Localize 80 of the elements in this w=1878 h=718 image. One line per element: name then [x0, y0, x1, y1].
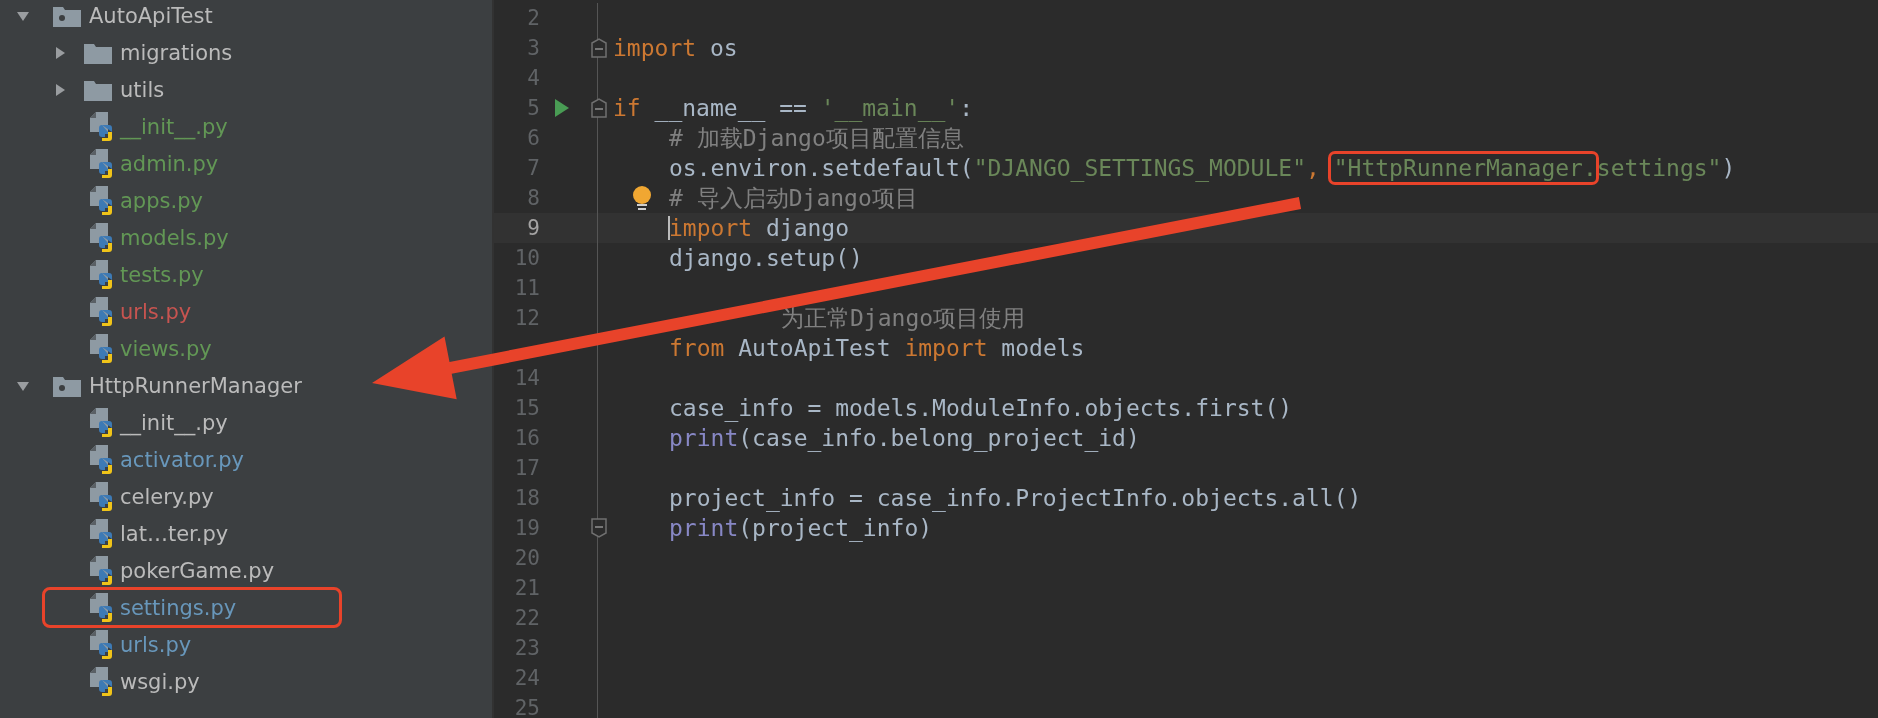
code-token: print	[669, 425, 739, 451]
line-number: 11	[514, 276, 540, 300]
line-number: 16	[514, 426, 540, 450]
file-name[interactable]: lat…ter.py	[120, 521, 229, 546]
code-token: if	[613, 95, 641, 121]
code-token: models	[1000, 335, 1085, 361]
line-number: 2	[527, 6, 540, 30]
code-token: '__main__'	[820, 95, 960, 121]
fold-marker-icon[interactable]	[590, 98, 607, 118]
fold-marker-icon[interactable]	[590, 38, 607, 58]
file-name[interactable]: views.py	[120, 336, 212, 361]
text-caret	[668, 216, 670, 240]
code-token: "DJANGO_SETTINGS_MODULE"	[973, 155, 1306, 181]
line-number: 8	[527, 186, 540, 210]
line-number: 15	[514, 396, 540, 420]
code-token: # 加载Django项目配置信息	[669, 123, 964, 153]
code-token: __name__ ==	[653, 95, 808, 121]
code-token: os.environ.setdefault(	[669, 155, 974, 181]
folder-name[interactable]: AutoApiTest	[89, 3, 213, 28]
line-number: 14	[514, 366, 540, 390]
line-number: 9	[527, 216, 540, 240]
code-token: from	[669, 335, 725, 361]
code-token: )	[1721, 155, 1736, 181]
fold-marker-icon[interactable]	[590, 518, 607, 538]
code-token: django.setup()	[669, 245, 863, 271]
file-name[interactable]: wsgi.py	[120, 669, 200, 694]
line-number: 19	[514, 516, 540, 540]
code-token: import	[613, 35, 697, 61]
folder-name[interactable]: migrations	[120, 40, 233, 65]
folder-icon	[53, 4, 81, 27]
code-token: (case_info.belong_project_id)	[738, 425, 1140, 451]
code-token: import	[669, 215, 753, 241]
code-token: project_info = case_info.ProjectInfo.objects.all()	[669, 485, 1362, 511]
file-name[interactable]: pokerGame.py	[120, 558, 275, 583]
line-number: 10	[514, 246, 540, 270]
file-name[interactable]: celery.py	[120, 484, 214, 509]
line-number: 21	[514, 576, 540, 600]
folder-name[interactable]: HttpRunnerManager	[89, 373, 302, 398]
line-number: 5	[527, 96, 540, 120]
line-number: 24	[514, 666, 540, 690]
code-token: ,	[1306, 155, 1321, 181]
line-number: 7	[527, 156, 540, 180]
line-number: 4	[527, 66, 540, 90]
folder-icon	[84, 78, 112, 101]
code-token: print	[669, 515, 739, 541]
code-token: AutoApiTest	[737, 335, 892, 361]
folder-icon	[84, 41, 112, 64]
code-token: # 导入启动Django项目	[669, 183, 918, 213]
run-icon[interactable]	[555, 99, 569, 117]
line-number: 3	[527, 36, 540, 60]
file-name[interactable]: apps.py	[120, 188, 203, 213]
line-number: 23	[514, 636, 540, 660]
code-token: :	[959, 95, 974, 121]
code-token: django	[764, 215, 850, 241]
line-number: 6	[527, 126, 540, 150]
file-name[interactable]: models.py	[120, 225, 229, 250]
file-name[interactable]: activator.py	[120, 447, 244, 472]
code-token: "HttpRunnerManager.	[1333, 155, 1597, 181]
file-name[interactable]: urls.py	[120, 632, 192, 657]
file-name[interactable]: urls.py	[120, 299, 192, 324]
lightbulb-icon[interactable]	[631, 185, 653, 211]
line-number: 12	[514, 306, 540, 330]
folder-icon	[53, 374, 81, 397]
line-number: 25	[514, 696, 540, 718]
file-name[interactable]: admin.py	[120, 151, 219, 176]
line-number: 22	[514, 606, 540, 630]
code-token: import	[904, 335, 988, 361]
folder-name[interactable]: utils	[120, 77, 165, 102]
code-token: (project_info)	[738, 515, 933, 541]
file-name[interactable]: tests.py	[120, 262, 204, 287]
code-token: case_info = models.ModuleInfo.objects.first()	[669, 395, 1293, 421]
line-number: 17	[514, 456, 540, 480]
file-name[interactable]: settings.py	[120, 595, 237, 620]
code-token: settings"	[1596, 155, 1722, 181]
code-token: 为正常Django项目使用	[781, 303, 1026, 333]
file-name[interactable]: __init__.py	[120, 410, 228, 435]
file-name[interactable]: __init__.py	[120, 114, 228, 139]
line-number: 18	[514, 486, 540, 510]
code-token: os	[708, 35, 738, 61]
line-number: 20	[514, 546, 540, 570]
